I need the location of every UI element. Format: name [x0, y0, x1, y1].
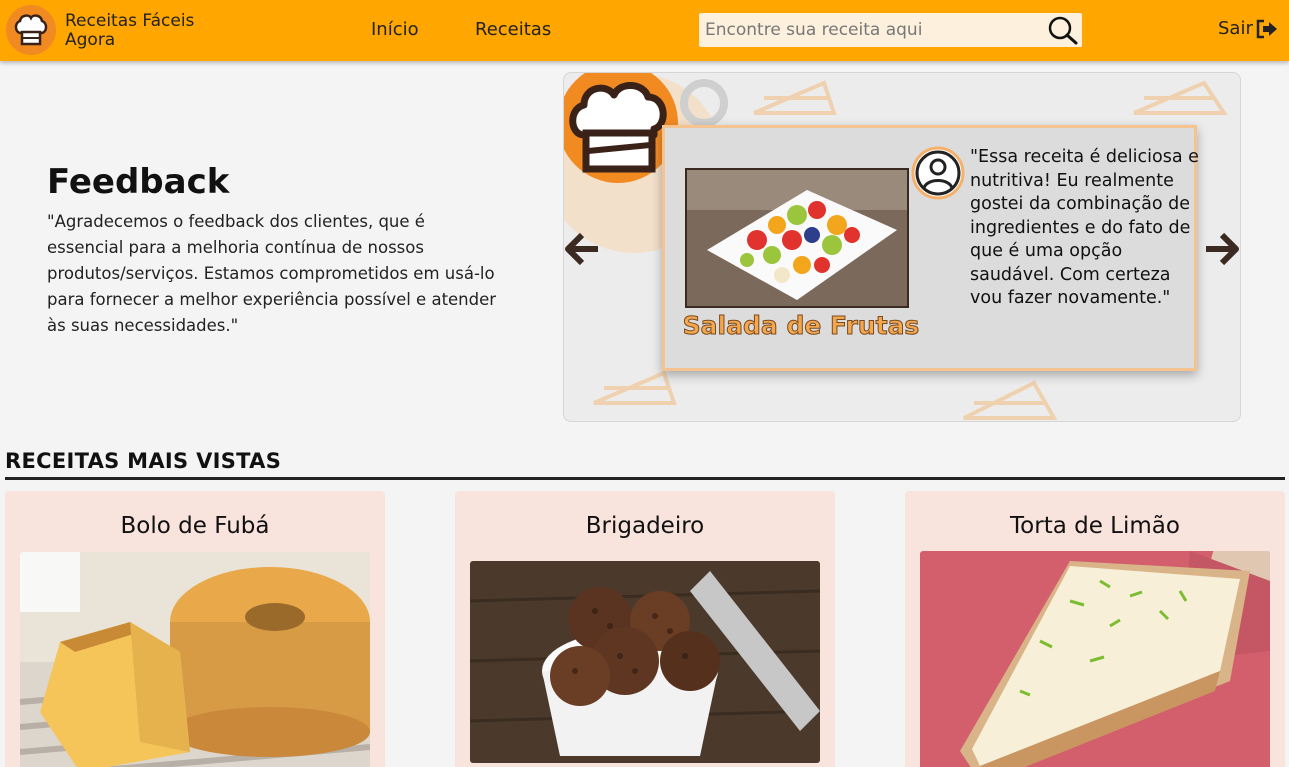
logout-label: Sair [1218, 18, 1253, 39]
logout-button[interactable]: Sair [1218, 18, 1278, 39]
recipe-card-torta-de-limao[interactable]: Torta de Limão [905, 491, 1285, 767]
testimonial-recipe-name: Salada de Frutas [682, 311, 920, 341]
testimonial-card: Salada de Frutas "Essa receita é delicio… [662, 125, 1199, 371]
carousel-next-arrow-icon[interactable] [1204, 231, 1240, 267]
recipe-card-title: Torta de Limão [1010, 513, 1180, 539]
bolo-de-fuba-image [20, 552, 370, 767]
recipe-card-title: Bolo de Fubá [120, 513, 270, 539]
section-divider [5, 477, 1285, 480]
search-input[interactable] [699, 13, 1039, 47]
recipe-card-bolo-de-fuba[interactable]: Bolo de Fubá [5, 491, 385, 767]
search-bar [699, 13, 1082, 47]
feedback-text: "Agradecemos o feedback dos clientes, qu… [47, 212, 497, 335]
brand-name[interactable]: Receitas Fáceis Agora [65, 12, 194, 50]
fruit-salad-image [685, 168, 909, 308]
chef-hat-logo-icon[interactable] [6, 5, 56, 55]
brand-line-2: Agora [65, 30, 116, 50]
top-header: Receitas Fáceis Agora Início Receitas Sa… [0, 0, 1289, 61]
nav-link-receitas[interactable]: Receitas [475, 19, 551, 40]
testimonial-quote: "Essa receita é deliciosa e nutritiva! E… [970, 147, 1199, 308]
nav-link-inicio[interactable]: Início [371, 19, 419, 40]
recipe-card-brigadeiro[interactable]: Brigadeiro [455, 491, 835, 767]
brigadeiro-image [470, 561, 820, 763]
carousel-prev-arrow-icon[interactable] [564, 231, 600, 267]
search-icon[interactable] [1047, 15, 1079, 45]
user-avatar-icon [911, 146, 965, 200]
sign-out-icon [1256, 19, 1277, 38]
feedback-title: Feedback [47, 162, 230, 202]
brand-line-1: Receitas Fáceis [65, 11, 195, 31]
torta-de-limao-image [920, 551, 1270, 767]
recipe-card-title: Brigadeiro [585, 513, 705, 539]
section-title-most-viewed: RECEITAS MAIS VISTAS [5, 449, 282, 473]
testimonial-carousel: Salada de Frutas "Essa receita é delicio… [563, 72, 1241, 422]
